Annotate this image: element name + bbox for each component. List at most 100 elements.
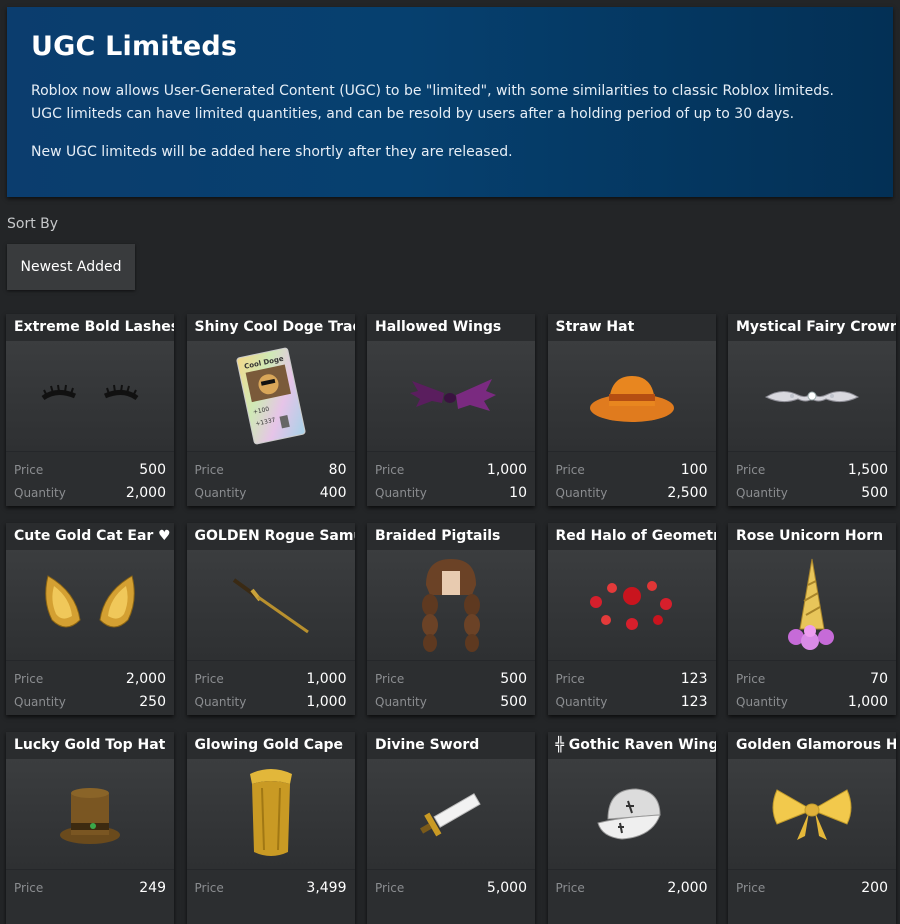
- price-value: 249: [139, 879, 166, 896]
- quantity-label: Quantity: [555, 694, 608, 709]
- item-name: Braided Pigtails: [367, 523, 535, 550]
- pigtails-icon: [422, 559, 480, 652]
- quantity-value: 400: [319, 484, 347, 501]
- item-card[interactable]: Cute Gold Cat Ear ♥ Price 2,000 Quantity 2…: [6, 523, 174, 715]
- item-thumbnail: [547, 550, 716, 661]
- quantity-label: Quantity: [736, 694, 788, 709]
- price-value: 500: [139, 461, 166, 478]
- price-value: 1,500: [847, 461, 888, 478]
- item-thumbnail: [186, 550, 355, 661]
- item-thumbnail: [728, 550, 896, 661]
- item-thumbnail: [186, 759, 355, 870]
- item-name: GOLDEN Rogue Samurai: [186, 523, 355, 550]
- page-title: UGC Limiteds: [31, 31, 238, 62]
- cat-ears-icon: [45, 575, 135, 628]
- price-label: Price: [375, 462, 405, 477]
- item-card[interactable]: Extreme Bold Lashes Price 500 Quantity 2,0…: [6, 314, 174, 506]
- quantity-value: 500: [500, 693, 527, 710]
- item-name: Mystical Fairy Crown: [728, 314, 896, 341]
- quantity-value: 500: [861, 484, 888, 501]
- price-value: 5,000: [486, 879, 527, 896]
- item-name: Glowing Gold Cape: [186, 732, 355, 759]
- item-card[interactable]: Glowing Gold Cape Price 3,499: [186, 732, 355, 924]
- quantity-value: 2,500: [667, 484, 708, 501]
- item-thumbnail: [6, 759, 174, 870]
- item-name: Straw Hat: [547, 314, 716, 341]
- price-label: Price: [736, 671, 766, 686]
- price-value: 123: [680, 670, 708, 687]
- price-value: 1,000: [306, 670, 347, 687]
- item-card[interactable]: Straw Hat Price 100 Quantity 2,500: [547, 314, 716, 506]
- quantity-label: Quantity: [375, 485, 427, 500]
- item-name: Hallowed Wings: [367, 314, 535, 341]
- price-label: Price: [555, 671, 585, 686]
- price-value: 100: [680, 461, 708, 478]
- item-thumbnail: [367, 550, 535, 661]
- unicorn-horn-icon: [788, 558, 834, 650]
- quantity-value: 10: [509, 484, 527, 501]
- price-value: 80: [328, 461, 347, 478]
- wings-icon: [410, 379, 496, 411]
- quantity-value: 1,000: [847, 693, 888, 710]
- price-label: Price: [14, 880, 44, 895]
- item-name: Golden Glamorous Head Bow: [728, 732, 896, 759]
- ugc-banner: UGC Limiteds Roblox now allows User-Gene…: [7, 7, 893, 197]
- item-name: Cute Gold Cat Ear ♥: [6, 523, 174, 550]
- item-card[interactable]: Rose Unicorn Horn Price 70 Quantity 1,000: [728, 523, 896, 715]
- item-card[interactable]: Mystical Fairy Crown Price 1,500 Quantity…: [728, 314, 896, 506]
- item-thumbnail: [547, 759, 716, 870]
- quantity-label: Quantity: [555, 485, 608, 500]
- item-card[interactable]: Shiny Cool Doge Trading Card Cool Doge +…: [186, 314, 355, 506]
- banner-description: Roblox now allows User-Generated Content…: [31, 83, 834, 122]
- quantity-label: Quantity: [194, 694, 247, 709]
- sort-by-label: Sort By: [7, 216, 59, 232]
- item-card[interactable]: Braided Pigtails Price 500 Quantity 500: [367, 523, 535, 715]
- price-value: 1,000: [486, 461, 527, 478]
- item-card[interactable]: Hallowed Wings Price 1,000 Quantity 10: [367, 314, 535, 506]
- item-name: ╬ Gothic Raven Wing G: [547, 732, 716, 759]
- item-thumbnail: [6, 341, 174, 452]
- price-value: 500: [500, 670, 527, 687]
- price-value: 200: [861, 879, 888, 896]
- quantity-label: Quantity: [14, 694, 66, 709]
- item-thumbnail: [547, 341, 716, 452]
- item-card[interactable]: Divine Sword Price 5,000: [367, 732, 535, 924]
- price-label: Price: [375, 671, 405, 686]
- price-label: Price: [14, 462, 44, 477]
- price-label: Price: [736, 462, 766, 477]
- quantity-value: 1,000: [306, 693, 347, 710]
- item-thumbnail: [728, 341, 896, 452]
- trading-card-icon: Cool Doge +100 +1337: [235, 347, 306, 445]
- item-card[interactable]: ╬ Gothic Raven Wing G Price 2,000: [547, 732, 716, 924]
- quantity-label: Quantity: [194, 485, 247, 500]
- banner-note: New UGC limiteds will be added here shor…: [31, 144, 513, 160]
- straw-hat-icon: [589, 376, 674, 422]
- head-bow-icon: [772, 789, 852, 840]
- price-label: Price: [194, 462, 224, 477]
- item-thumbnail: Cool Doge +100 +1337: [186, 341, 355, 452]
- item-name: Shiny Cool Doge Trading Card: [186, 314, 355, 341]
- item-name: Lucky Gold Top Hat: [6, 732, 174, 759]
- price-value: 70: [870, 670, 888, 687]
- item-thumbnail: [367, 341, 535, 452]
- quantity-value: 250: [139, 693, 166, 710]
- price-label: Price: [555, 462, 585, 477]
- quantity-label: Quantity: [14, 485, 66, 500]
- item-thumbnail: [6, 550, 174, 661]
- item-card[interactable]: Golden Glamorous Head Bow Price 200: [728, 732, 896, 924]
- item-name: Extreme Bold Lashes: [6, 314, 174, 341]
- price-label: Price: [14, 671, 44, 686]
- item-thumbnail: [367, 759, 535, 870]
- lashes-icon: [41, 384, 139, 401]
- item-card[interactable]: GOLDEN Rogue Samurai Price 1,000 Quantity…: [186, 523, 355, 715]
- item-name: Red Halo of Geometric: [547, 523, 716, 550]
- gold-cape-icon: [249, 769, 292, 856]
- price-label: Price: [736, 880, 766, 895]
- sort-newest-added-button[interactable]: Newest Added: [7, 244, 135, 290]
- item-thumbnail: [728, 759, 896, 870]
- price-value: 3,499: [306, 879, 347, 896]
- item-card[interactable]: Red Halo of Geometric Price 123 Quantity 1…: [547, 523, 716, 715]
- gothic-cap-icon: [596, 788, 661, 840]
- price-label: Price: [555, 880, 585, 895]
- item-card[interactable]: Lucky Gold Top Hat Price 249: [6, 732, 174, 924]
